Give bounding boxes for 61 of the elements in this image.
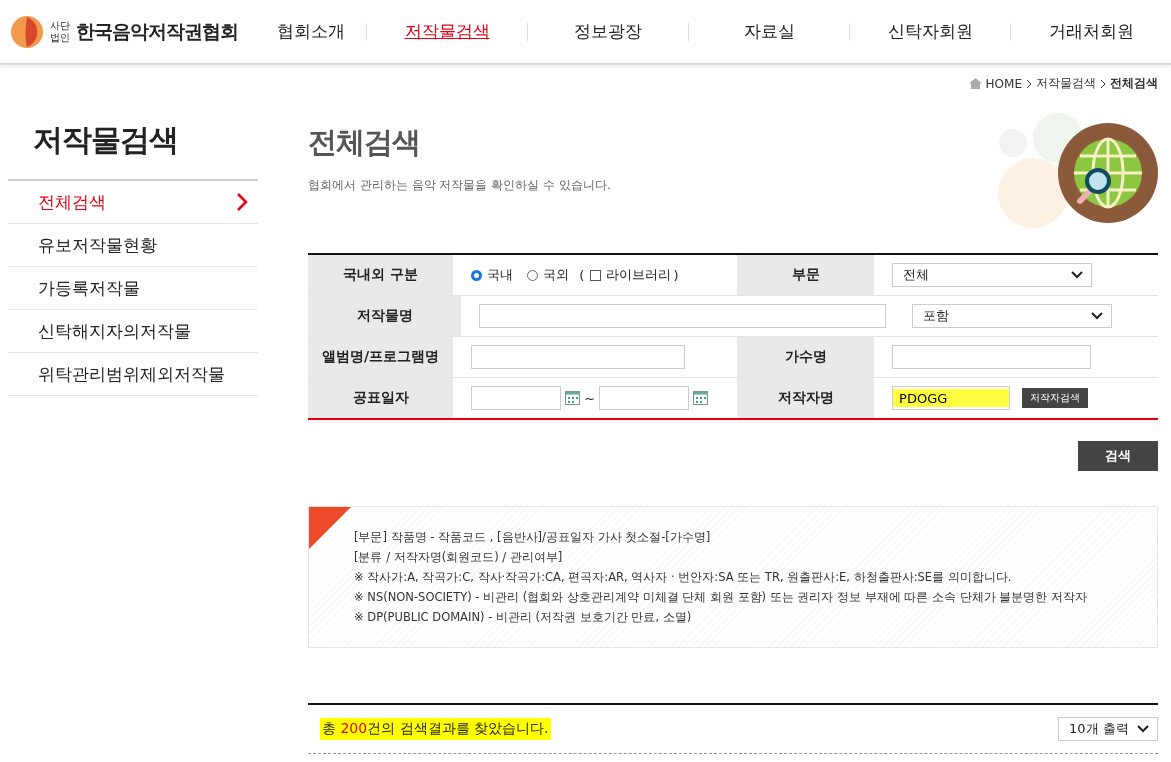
logo-name: 한국음악저작권협회 (76, 18, 238, 44)
breadcrumb-link[interactable]: 저작물검색 (1036, 75, 1096, 92)
sidebar-item[interactable]: 전체검색 (8, 181, 258, 224)
nav-link[interactable]: 저작물검색 (367, 20, 527, 43)
chevron-icon (1026, 78, 1032, 89)
nav-link[interactable]: 협회소개 (256, 20, 366, 43)
note-text: [분류 / 저작자명(회원코드) / 관리여부] (354, 549, 564, 566)
nav-link[interactable]: 신탁자회원 (850, 20, 1010, 43)
logo-text: 사단 (50, 19, 70, 32)
field-label: 국내외 구분 (308, 255, 454, 295)
singer-field[interactable] (892, 345, 1092, 369)
match-select[interactable]: 포함 (912, 304, 1112, 328)
radio-button[interactable]: 국외 (527, 266, 570, 284)
sidebar-item[interactable]: 가등록저작물 (8, 267, 258, 310)
section-select[interactable]: 전체 (892, 263, 1093, 287)
sidebar-title: 저작물검색 (8, 120, 258, 181)
calendar-icon[interactable] (693, 391, 709, 405)
corner-mark-icon (309, 507, 351, 549)
date-field[interactable] (599, 386, 690, 410)
chevron-icon (1100, 78, 1106, 89)
note-text: ※ DP(PUBLIC DOMAIN) - 비관리 (저작권 보호기간 만료, 소멸) (354, 609, 693, 626)
nav-link[interactable]: 거래처회원 (1011, 20, 1171, 43)
sidebar-item[interactable]: 위탁관리범위제외저작물 (8, 353, 258, 396)
field-label: 부문 (737, 255, 875, 295)
tilde: ~ (584, 390, 596, 406)
caret-icon (1137, 725, 1149, 733)
nav-link[interactable]: 정보광장 (528, 20, 688, 43)
logo-text: 법인 (50, 31, 70, 44)
parenthesis: ( (579, 267, 585, 283)
caret-icon (1091, 312, 1103, 320)
field-label: 가수명 (737, 337, 875, 377)
note-text: [부문] 작품명 - 작품코드 , [음반사]/공표일자 가사 첫소절-[가수명] (354, 529, 712, 546)
album-field[interactable] (471, 345, 686, 369)
library-checkbox[interactable]: 라이브러리 (590, 266, 672, 284)
date-field[interactable] (471, 386, 562, 410)
chevron-icon (236, 192, 248, 212)
page-subtitle: 협회에서 관리하는 음악 저작물을 확인하실 수 있습니다. (308, 177, 611, 194)
home-icon (968, 78, 982, 89)
note-text: ※ 작사가:A, 작곡가:C, 작사·작곡가:CA, 편곡자:AR, 역사자 · 번안자:SA 또는 TR, 원출판사:E, 하청출판사:SE를 의미합니다. (354, 569, 1013, 586)
author-field[interactable]: PDOGG (892, 386, 1011, 410)
field-label: 공표일자 (308, 378, 454, 418)
search-button[interactable]: 검색 (1078, 441, 1158, 471)
breadcrumb-link[interactable]: 전체검색 (1110, 75, 1158, 92)
title-field[interactable] (479, 304, 886, 328)
logo-icon (10, 14, 44, 49)
calendar-icon[interactable] (565, 391, 581, 405)
field-label: 앨범명/프로그램명 (308, 337, 454, 377)
sidebar-item[interactable]: 신탁해지자의저작물 (8, 310, 258, 353)
nav-link[interactable]: 자료실 (689, 20, 849, 43)
note-text: ※ NS(NON-SOCIETY) - 비관리 (협회와 상호관리계약 미체결 단체 회원 포함) 또는 권리자 정보 부재에 따른 소속 단체가 불분명한 저작자 (354, 589, 1088, 606)
field-label: 저작물명 (308, 296, 461, 336)
page-title: 전체검색 (308, 124, 421, 161)
author-search-button[interactable]: 저작자검색 (1022, 388, 1089, 408)
parenthesis: ) (673, 267, 679, 283)
field-label: 저작자명 (737, 378, 875, 418)
breadcrumb-link[interactable]: HOME (985, 76, 1022, 91)
caret-icon (1071, 271, 1084, 279)
sidebar-item[interactable]: 유보저작물현황 (8, 224, 258, 267)
radio-button[interactable]: 국내 (471, 266, 514, 284)
per-page-select[interactable]: 10개 출력 (1058, 717, 1158, 741)
result-summary: 총 200건의 검색결과를 찾았습니다. (320, 718, 551, 740)
